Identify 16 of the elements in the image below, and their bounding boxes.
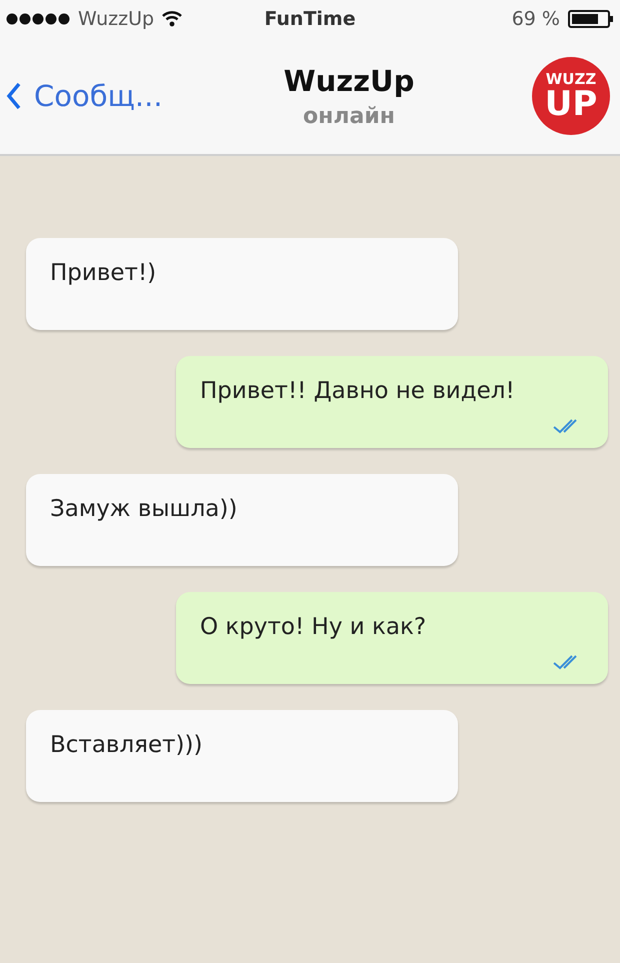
battery-icon [568, 10, 614, 28]
logo-avatar[interactable]: WUZZ UP [532, 57, 610, 135]
carrier-name: WuzzUp [78, 8, 154, 30]
outgoing-message-bubble: О круто! Ну и как? [176, 592, 608, 684]
status-time: FunTime [264, 8, 356, 30]
incoming-message-bubble: Вставляет))) [26, 710, 458, 802]
battery-percent: 69 % [512, 8, 560, 30]
incoming-message-bubble: Привет!) [26, 238, 458, 330]
outgoing-message-bubble: Привет!! Давно не видел! [176, 356, 608, 448]
signal-icon [6, 13, 70, 25]
online-status: онлайн [303, 104, 395, 128]
wifi-icon [162, 11, 182, 27]
back-chevron-icon [6, 82, 22, 110]
incoming-message-bubble: Замуж вышла)) [26, 474, 458, 566]
back-button[interactable]: Сообщ... [6, 79, 206, 113]
chat-title: WuzzUp [284, 64, 414, 98]
